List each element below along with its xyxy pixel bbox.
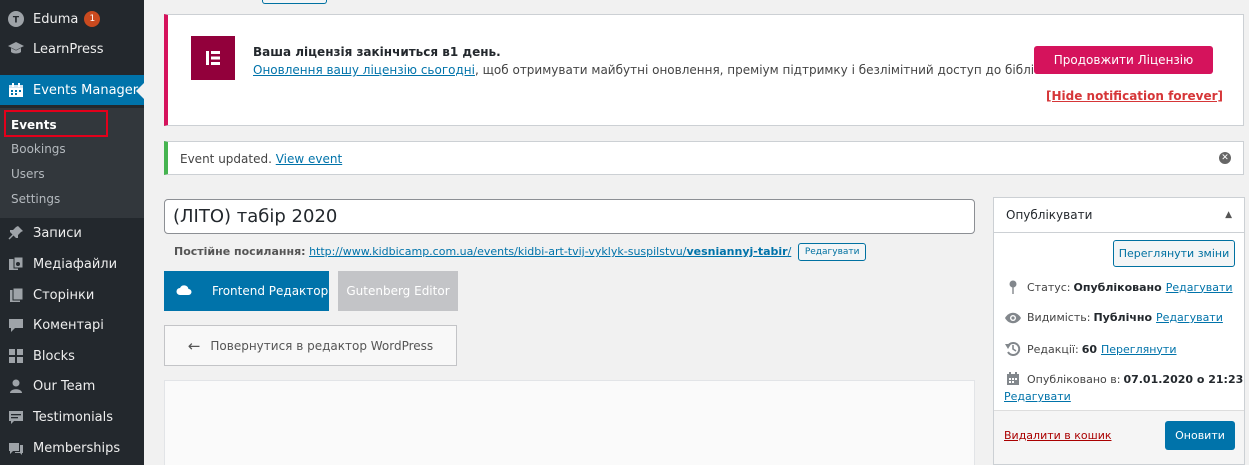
notice-text: Оновлення вашу ліцензію сьогодні, щоб от… xyxy=(253,63,1138,77)
admin-sidebar: T Eduma 1 LearnPress Events Manager Even… xyxy=(0,0,144,465)
menu-item-posts[interactable]: Записи xyxy=(0,218,144,248)
permalink-end: / xyxy=(787,245,792,258)
status-row: Статус: Опубліковано Редагувати xyxy=(1004,280,1233,294)
published-date-edit-link[interactable]: Редагувати xyxy=(1004,390,1071,403)
menu-label: LearnPress xyxy=(33,41,104,57)
dismiss-icon[interactable]: ✕ xyxy=(1219,152,1231,164)
calendar-icon xyxy=(1004,372,1022,386)
notice-message-text: Event updated. xyxy=(180,152,272,166)
pin-icon xyxy=(1004,280,1022,294)
status-label: Статус: xyxy=(1027,280,1071,294)
calendar-icon xyxy=(6,80,26,100)
license-notice: Ваша ліцензія закінчиться в1 день. Оновл… xyxy=(164,14,1244,126)
menu-label: Blocks xyxy=(33,348,75,364)
highlight-box xyxy=(4,110,108,137)
menu-label: Our Team xyxy=(33,378,96,394)
notice-message: Event updated. View event xyxy=(180,152,342,166)
submenu-item-bookings[interactable]: Bookings xyxy=(11,142,66,156)
editor-area[interactable] xyxy=(164,380,975,465)
edit-slug-button[interactable]: Редагувати xyxy=(797,243,867,261)
view-event-link[interactable]: View event xyxy=(276,152,342,166)
visibility-edit-link[interactable]: Редагувати xyxy=(1156,311,1223,324)
menu-label: Testimonials xyxy=(33,409,114,425)
revisions-value: 60 xyxy=(1081,342,1098,356)
revisions-row: Редакції: 60 Переглянути xyxy=(1004,341,1177,357)
update-button[interactable]: Оновити xyxy=(1165,421,1235,450)
menu-item-comments[interactable]: Коментарі xyxy=(0,310,144,340)
menu-label: Events Manager xyxy=(33,82,139,98)
back-to-wordpress-label: Повернутися в редактор WordPress xyxy=(210,338,434,353)
menu-item-eduma[interactable]: T Eduma 1 xyxy=(0,4,144,34)
visibility-value: Публічно xyxy=(1093,311,1153,324)
permalink-slug: vesniannyj-tabir xyxy=(686,245,788,258)
collapse-arrow-icon[interactable]: ▲ xyxy=(1225,210,1232,220)
revisions-browse-link[interactable]: Переглянути xyxy=(1101,343,1176,356)
renew-license-button[interactable]: Продовжити Ліцензію xyxy=(1034,46,1213,74)
permalink: Постійне посилання: http://www.kidbicamp… xyxy=(174,243,867,261)
menu-item-media[interactable]: Медіафайли xyxy=(0,249,144,279)
move-to-trash-link[interactable]: Видалити в кошик xyxy=(1004,429,1112,442)
media-icon xyxy=(6,254,26,274)
frontend-editor-button[interactable]: Frontend Редактор xyxy=(164,271,329,311)
top-button-stub[interactable] xyxy=(262,0,327,4)
renew-link[interactable]: Оновлення вашу ліцензію сьогодні xyxy=(253,63,475,77)
frontend-editor-label: Frontend Редактор xyxy=(212,284,329,298)
update-count-badge: 1 xyxy=(84,11,101,27)
post-title-input[interactable]: (ЛІТО) табір 2020 xyxy=(164,199,975,234)
visibility-label: Видимість: xyxy=(1027,311,1091,324)
eye-icon xyxy=(1004,312,1022,324)
revisions-icon xyxy=(1004,341,1022,357)
menu-label: Записи xyxy=(33,225,82,241)
visibility-row: Видимість: Публічно Редагувати xyxy=(1004,311,1223,324)
published-value: 07.01.2020 о 21:23 xyxy=(1123,372,1244,386)
blocks-icon xyxy=(6,346,26,366)
permalink-label: Постійне посилання: xyxy=(174,245,306,258)
status-edit-link[interactable]: Редагувати xyxy=(1166,281,1233,294)
user-icon xyxy=(6,376,26,396)
testimonial-icon xyxy=(6,407,26,427)
menu-label: Memberships xyxy=(33,440,121,456)
svg-text:T: T xyxy=(13,16,20,26)
arrow-left-icon: ← xyxy=(187,336,201,355)
menu-item-pages[interactable]: Сторінки xyxy=(0,280,144,310)
event-updated-notice: Event updated. View event ✕ xyxy=(164,141,1244,175)
publish-box: Опублікувати ▲ Переглянути зміни Статус:… xyxy=(993,197,1245,465)
pin-icon xyxy=(6,223,26,243)
elementor-logo-icon xyxy=(191,36,235,80)
gutenberg-editor-button[interactable]: Gutenberg Editor xyxy=(338,271,458,311)
status-value: Опубліковано xyxy=(1073,280,1162,294)
menu-item-events-manager[interactable]: Events Manager xyxy=(0,75,144,105)
menu-item-memberships[interactable]: Memberships xyxy=(0,433,144,463)
revisions-label: Редакції: xyxy=(1027,342,1079,356)
published-label: Опубліковано в: xyxy=(1027,372,1121,386)
menu-label: Коментарі xyxy=(33,317,104,333)
submenu-item-users[interactable]: Users xyxy=(11,167,45,181)
hide-notification-link[interactable]: [Hide notification forever] xyxy=(1046,89,1223,103)
theme-icon: T xyxy=(6,9,26,29)
publish-actions: Видалити в кошик Оновити xyxy=(994,410,1244,464)
menu-item-learnpress[interactable]: LearnPress xyxy=(0,34,144,64)
menu-label: Медіафайли xyxy=(33,256,118,272)
elementor-cloud-icon xyxy=(176,284,192,299)
publish-title: Опублікувати xyxy=(1006,208,1093,222)
comment-icon xyxy=(6,315,26,335)
menu-label: Eduma xyxy=(33,11,79,27)
publish-header[interactable]: Опублікувати ▲ xyxy=(994,198,1244,233)
permalink-base: http://www.kidbicamp.com.ua/events/kidbi… xyxy=(309,245,687,258)
pages-icon xyxy=(6,285,26,305)
preview-changes-button[interactable]: Переглянути зміни xyxy=(1113,240,1235,267)
menu-item-testimonials[interactable]: Testimonials xyxy=(0,402,144,432)
submenu-item-settings[interactable]: Settings xyxy=(11,192,60,206)
menu-item-blocks[interactable]: Blocks xyxy=(0,341,144,371)
menu-item-our-team[interactable]: Our Team xyxy=(0,371,144,401)
memberships-icon xyxy=(6,438,26,458)
back-to-wordpress-button[interactable]: ← Повернутися в редактор WordPress xyxy=(164,325,457,366)
notice-title: Ваша ліцензія закінчиться в1 день. xyxy=(253,45,501,59)
permalink-url[interactable]: http://www.kidbicamp.com.ua/events/kidbi… xyxy=(309,245,791,258)
published-date-row: Опубліковано в: 07.01.2020 о 21:23 xyxy=(1004,372,1247,386)
graduation-cap-icon xyxy=(6,39,26,59)
menu-label: Сторінки xyxy=(33,287,95,303)
